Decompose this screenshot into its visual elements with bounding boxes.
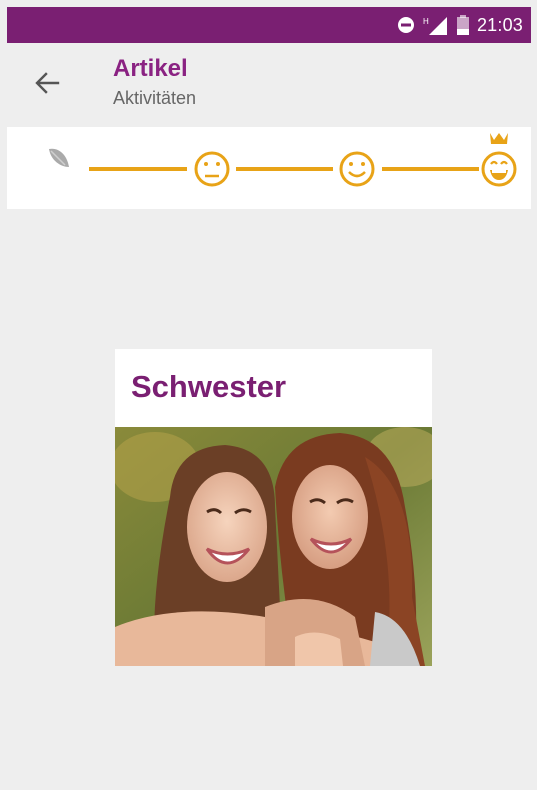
app-bar: Artikel Aktivitäten <box>7 43 531 127</box>
content-area: Schwester <box>7 209 531 781</box>
smiling-face-icon[interactable] <box>339 151 375 187</box>
article-card[interactable]: Schwester <box>115 349 432 666</box>
progress-track <box>49 133 517 187</box>
page-subtitle: Aktivitäten <box>113 88 197 108</box>
status-icons: H 21:03 <box>397 7 523 43</box>
page-title: Artikel <box>113 55 188 82</box>
battery-icon <box>456 15 469 35</box>
back-button[interactable] <box>29 65 65 101</box>
status-bar: H 21:03 <box>7 7 531 43</box>
title-block: Artikel Aktivitäten <box>113 53 196 111</box>
progress-strip <box>7 127 531 209</box>
card-title: Schwester <box>131 369 287 404</box>
neutral-face-icon[interactable] <box>194 151 230 187</box>
svg-text:H: H <box>423 17 429 26</box>
leaf-icon <box>49 148 69 167</box>
arrow-back-icon <box>35 72 60 94</box>
card-photo <box>115 427 432 666</box>
signal-icon: H <box>423 17 447 35</box>
status-time: 21:03 <box>476 14 523 35</box>
phone-screen: H 21:03 Artikel Aktivitäten Schwester <box>0 0 537 790</box>
do-not-disturb-icon <box>397 17 414 33</box>
grinning-face-crown-icon[interactable] <box>481 133 517 187</box>
